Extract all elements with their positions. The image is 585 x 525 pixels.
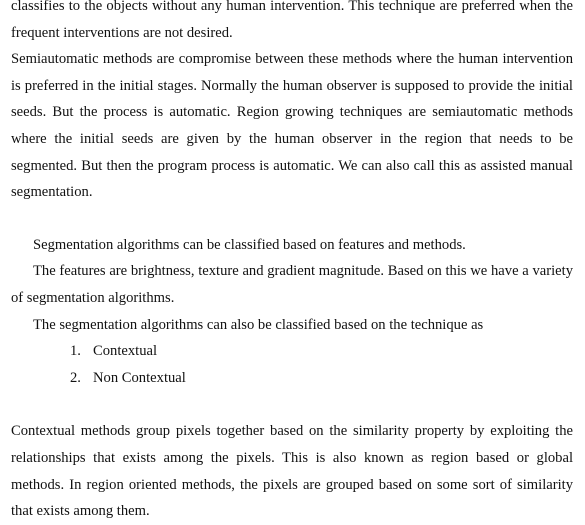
technique-list: 1. Contextual 2. Non Contextual [11,338,573,391]
document-page: classifies to the objects without any hu… [11,0,573,525]
list-item-text: Contextual [93,343,158,360]
list-item: 1. Contextual [11,338,573,365]
list-item: 2. Non Contextual [11,365,573,392]
list-item-number: 2. [70,369,81,386]
paragraph-automatic-methods: classifies to the objects without any hu… [11,0,573,41]
paragraph-features: The features are brightness, texture and… [11,263,573,306]
list-item-number: 1. [70,343,81,360]
paragraph-semiautomatic-methods: Semiautomatic methods are compromise bet… [11,51,573,201]
paragraph-contextual-methods: Contextual methods group pixels together… [11,423,573,520]
list-item-text: Non Contextual [93,369,186,386]
paragraph-technique: The segmentation algorithms can also be … [33,316,484,333]
paragraph-classification: Segmentation algorithms can be classifie… [33,236,466,253]
